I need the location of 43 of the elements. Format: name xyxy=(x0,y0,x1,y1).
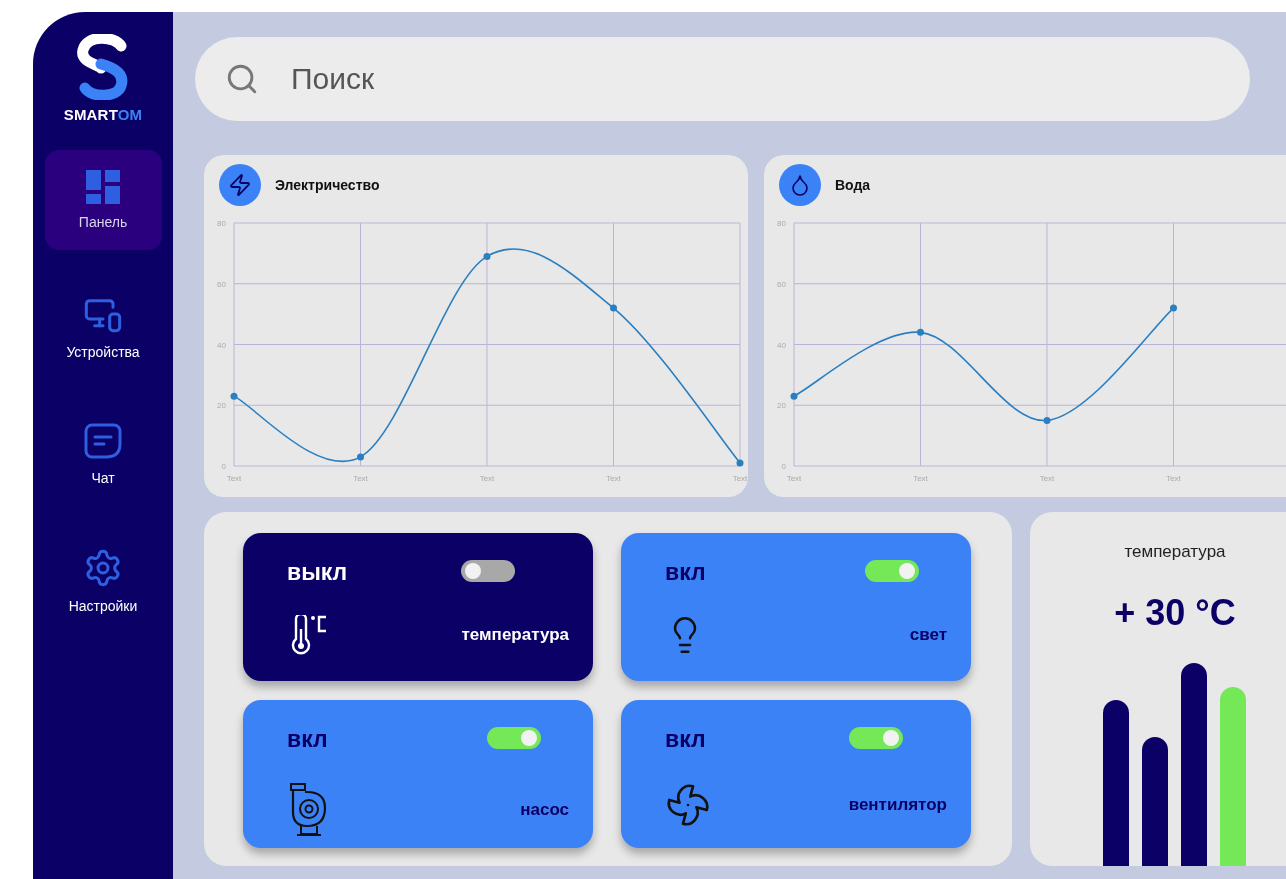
device-card[interactable]: вкл вентилятор xyxy=(621,700,971,848)
lightning-icon xyxy=(228,173,252,197)
nav-item[interactable]: Настройки xyxy=(44,531,162,631)
data-point xyxy=(357,453,364,461)
logo-icon xyxy=(77,34,129,100)
search-icon xyxy=(225,62,259,96)
device-label: вентилятор xyxy=(848,795,947,815)
device-label: температура xyxy=(461,625,569,645)
device-card[interactable]: выкл температура xyxy=(243,533,593,681)
nav-item[interactable]: Устройства xyxy=(44,277,162,377)
toggle-switch[interactable] xyxy=(848,727,903,749)
data-point xyxy=(736,459,744,467)
chart-title: Электричество xyxy=(275,177,380,193)
data-point xyxy=(610,304,617,312)
data-point xyxy=(1043,416,1051,424)
device-status: вкл xyxy=(665,559,707,585)
data-point xyxy=(230,392,238,400)
nav-item[interactable]: Чат xyxy=(44,404,162,504)
settings-icon xyxy=(83,548,123,588)
fan-icon xyxy=(665,782,711,828)
toggle-switch[interactable] xyxy=(487,727,541,749)
data-point xyxy=(790,392,798,400)
data-point xyxy=(483,252,491,260)
device-status: выкл xyxy=(287,559,349,585)
device-label: насос xyxy=(520,800,569,820)
chat-icon xyxy=(84,422,122,460)
device-card[interactable]: вкл насос xyxy=(243,700,593,848)
device-status: вкл xyxy=(665,726,707,752)
device-card[interactable]: вкл свет xyxy=(621,533,971,681)
chart-title: Вода xyxy=(835,177,871,193)
temperature-title: температура xyxy=(1124,542,1226,562)
search-input[interactable]: Поиск xyxy=(289,48,1220,110)
data-point xyxy=(917,328,924,336)
toggle-switch[interactable] xyxy=(461,560,516,582)
temperature-value: + 30 °C xyxy=(1114,592,1236,634)
device-label: свет xyxy=(909,625,947,645)
nav-item[interactable]: Панель xyxy=(44,150,162,250)
dashboard-icon xyxy=(86,170,120,204)
search-field[interactable]: Поиск xyxy=(195,37,1250,121)
logo-text: SMARTOM xyxy=(63,106,143,123)
toggle-switch[interactable] xyxy=(865,560,919,582)
data-point xyxy=(1170,304,1177,312)
device-status: вкл xyxy=(287,726,329,752)
